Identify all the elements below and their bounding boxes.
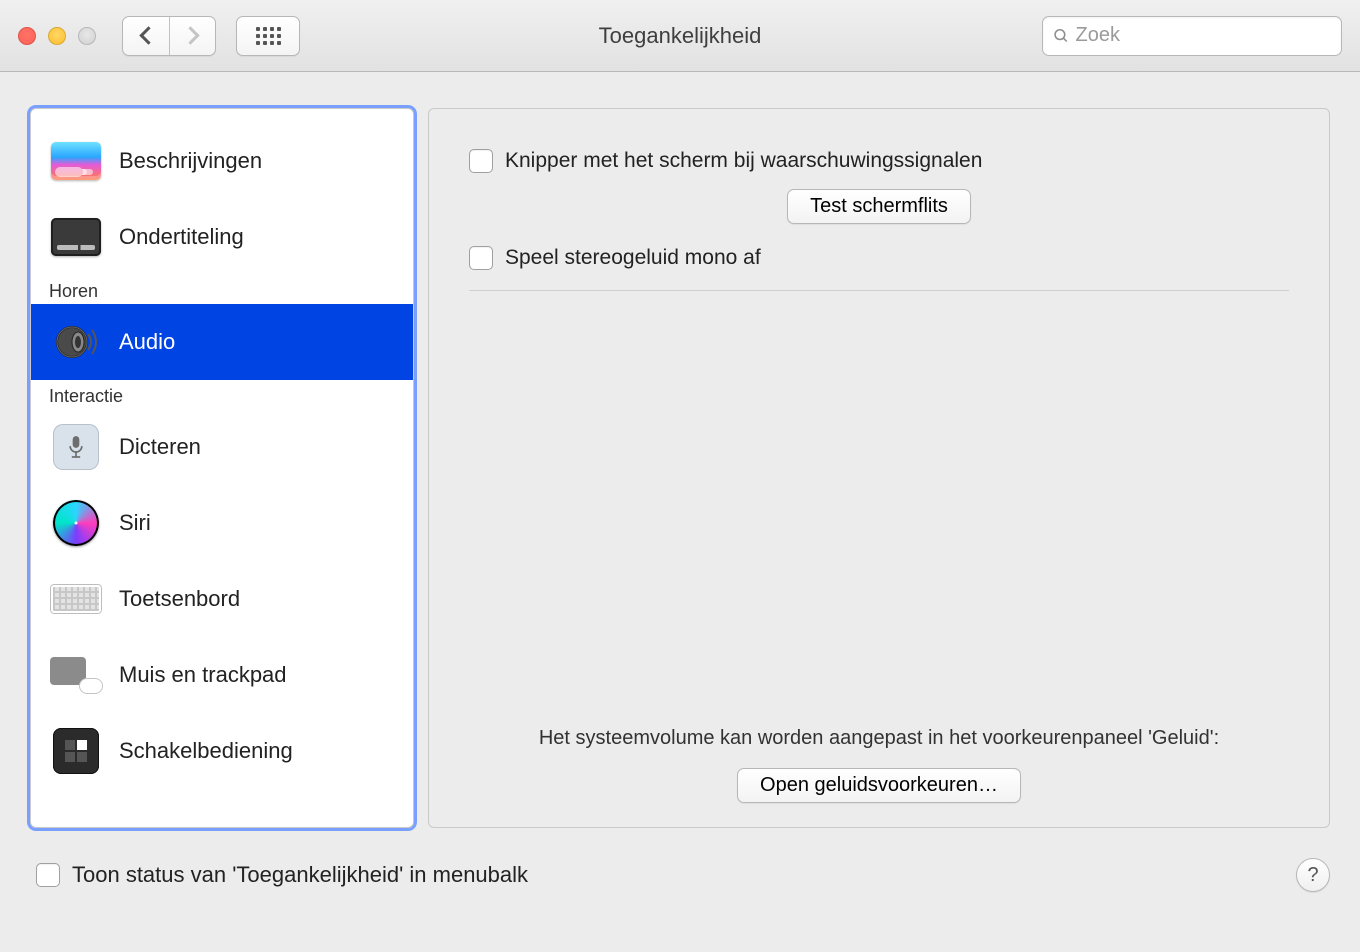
sidebar-item-audio[interactable]: Audio	[31, 304, 413, 380]
play-mono-row: Speel stereogeluid mono af	[469, 246, 1289, 270]
minimize-window-button[interactable]	[48, 27, 66, 45]
sidebar-item-dictation[interactable]: Dicteren	[31, 409, 413, 485]
chevron-right-icon	[181, 26, 199, 44]
show-all-button[interactable]	[236, 16, 300, 56]
play-mono-checkbox[interactable]	[469, 246, 493, 270]
zoom-window-button	[78, 27, 96, 45]
help-icon: ?	[1307, 864, 1318, 887]
search-icon	[1053, 27, 1070, 45]
flash-screen-row: Knipper met het scherm bij waarschuwings…	[469, 149, 1289, 173]
pane-footer: Het systeemvolume kan worden aangepast i…	[469, 724, 1289, 803]
close-window-button[interactable]	[18, 27, 36, 45]
flash-screen-checkbox[interactable]	[469, 149, 493, 173]
sidebar-group-hearing: Horen	[31, 275, 413, 304]
show-menubar-status-label: Toon status van 'Toegankelijkheid' in me…	[72, 862, 528, 888]
back-button[interactable]	[123, 17, 169, 55]
help-button[interactable]: ?	[1296, 858, 1330, 892]
window-footer: Toon status van 'Toegankelijkheid' in me…	[0, 840, 1360, 892]
sidebar-item-switch-control[interactable]: Schakelbediening	[31, 713, 413, 789]
sidebar-item-label: Siri	[119, 510, 151, 536]
open-sound-preferences-button[interactable]: Open geluidsvoorkeuren…	[737, 768, 1021, 803]
sidebar-item-siri[interactable]: Siri	[31, 485, 413, 561]
search-input[interactable]	[1076, 24, 1331, 47]
sidebar-item-keyboard[interactable]: Toetsenbord	[31, 561, 413, 637]
grid-icon	[256, 27, 281, 45]
sidebar-item-mouse-trackpad[interactable]: Muis en trackpad	[31, 637, 413, 713]
switch-control-icon	[53, 728, 99, 774]
chevron-left-icon	[139, 26, 157, 44]
volume-hint-text: Het systeemvolume kan worden aangepast i…	[469, 724, 1289, 752]
search-field-wrap[interactable]	[1042, 16, 1342, 56]
flash-screen-label: Knipper met het scherm bij waarschuwings…	[505, 149, 982, 173]
titlebar: Toegankelijkheid	[0, 0, 1360, 72]
show-menubar-status-row: Toon status van 'Toegankelijkheid' in me…	[36, 862, 528, 888]
sidebar-item-label: Ondertiteling	[119, 224, 244, 250]
settings-pane: Knipper met het scherm bij waarschuwings…	[428, 108, 1330, 828]
keyboard-icon	[50, 584, 102, 614]
sidebar-group-interaction: Interactie	[31, 380, 413, 409]
sidebar-item-label: Audio	[119, 329, 175, 355]
window-controls	[18, 27, 96, 45]
sidebar-item-label: Beschrijvingen	[119, 148, 262, 174]
show-menubar-status-checkbox[interactable]	[36, 863, 60, 887]
siri-icon	[53, 500, 99, 546]
mouse-trackpad-icon	[50, 657, 102, 693]
divider	[469, 290, 1289, 291]
descriptions-icon	[51, 142, 101, 180]
forward-button	[169, 17, 215, 55]
play-mono-label: Speel stereogeluid mono af	[505, 246, 761, 270]
category-sidebar[interactable]: Beschrijvingen Ondertiteling Horen Audio…	[30, 108, 414, 828]
microphone-icon	[53, 424, 99, 470]
captions-icon	[51, 218, 101, 256]
sidebar-item-label: Dicteren	[119, 434, 201, 460]
speaker-icon	[49, 320, 103, 364]
nav-back-forward	[122, 16, 216, 56]
sidebar-item-label: Schakelbediening	[119, 738, 293, 764]
test-screen-flash-button[interactable]: Test schermflits	[787, 189, 971, 224]
content-area: Beschrijvingen Ondertiteling Horen Audio…	[0, 72, 1360, 840]
sidebar-item-descriptions[interactable]: Beschrijvingen	[31, 123, 413, 199]
sidebar-item-label: Toetsenbord	[119, 586, 240, 612]
sidebar-item-label: Muis en trackpad	[119, 662, 287, 688]
sidebar-item-captions[interactable]: Ondertiteling	[31, 199, 413, 275]
